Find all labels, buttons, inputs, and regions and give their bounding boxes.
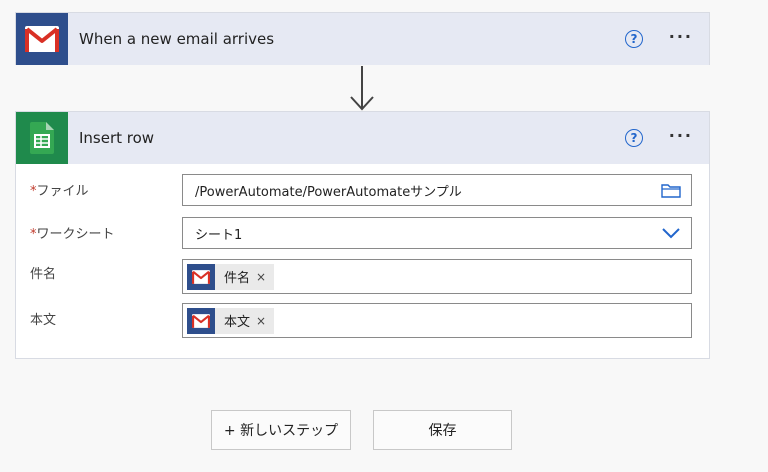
worksheet-value: シート1 xyxy=(195,227,243,243)
chevron-down-icon[interactable] xyxy=(661,227,681,243)
body-input[interactable]: 本文 × xyxy=(182,303,692,338)
file-label: *ファイル xyxy=(30,180,89,199)
insert-row-card[interactable]: Insert row ? ··· *ファイル /PowerAutomate/Po… xyxy=(15,111,710,359)
new-step-button[interactable]: + 新しいステップ xyxy=(211,410,351,450)
down-arrow-icon xyxy=(350,66,374,111)
body-label: 本文 xyxy=(30,313,57,328)
subject-token[interactable]: 件名 × xyxy=(187,263,275,290)
subject-token-label: 件名 xyxy=(224,271,251,286)
help-icon[interactable]: ? xyxy=(625,129,643,147)
file-input[interactable]: /PowerAutomate/PowerAutomateサンプル xyxy=(182,174,692,206)
worksheet-label: *ワークシート xyxy=(30,223,115,242)
file-label-text: ファイル xyxy=(36,184,89,199)
close-icon[interactable]: × xyxy=(256,314,266,328)
more-options-icon[interactable]: ··· xyxy=(669,27,693,46)
trigger-card[interactable]: When a new email arrives ? ··· xyxy=(15,12,710,65)
file-value: /PowerAutomate/PowerAutomateサンプル xyxy=(195,184,462,200)
insert-row-card-header[interactable]: Insert row ? ··· xyxy=(16,112,709,164)
close-icon[interactable]: × xyxy=(256,270,266,284)
subject-input[interactable]: 件名 × xyxy=(182,259,692,294)
gmail-icon xyxy=(16,13,68,65)
body-token[interactable]: 本文 × xyxy=(187,307,275,334)
folder-icon[interactable] xyxy=(661,182,681,202)
save-button[interactable]: 保存 xyxy=(373,410,512,450)
worksheet-label-text: ワークシート xyxy=(36,227,115,242)
gmail-icon xyxy=(187,263,215,290)
action-title: Insert row xyxy=(79,129,155,147)
help-icon[interactable]: ? xyxy=(625,30,643,48)
body-token-label: 本文 xyxy=(224,315,251,330)
trigger-title: When a new email arrives xyxy=(79,30,275,48)
worksheet-dropdown[interactable]: シート1 xyxy=(182,217,692,249)
subject-label: 件名 xyxy=(30,267,57,282)
trigger-card-header[interactable]: When a new email arrives ? ··· xyxy=(16,13,709,65)
google-sheets-icon xyxy=(16,112,68,164)
more-options-icon[interactable]: ··· xyxy=(669,126,693,145)
gmail-icon xyxy=(187,307,215,334)
